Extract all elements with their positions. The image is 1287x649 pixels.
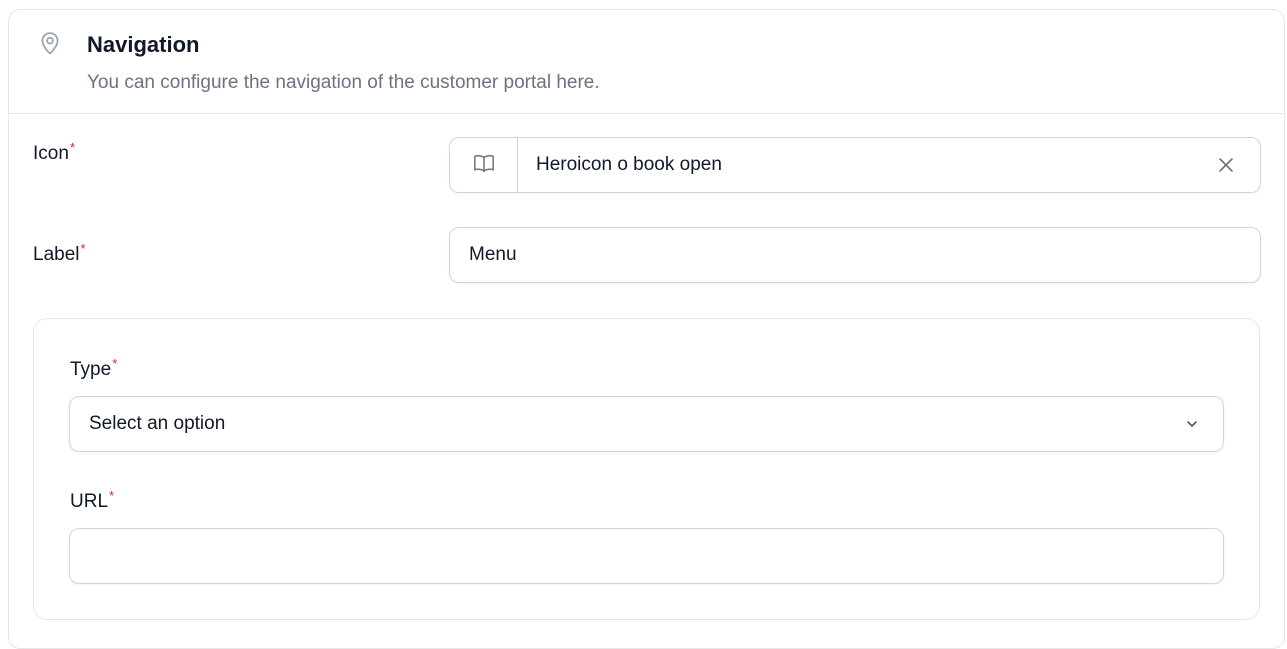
section-description: You can configure the navigation of the … xyxy=(87,72,600,93)
type-label-text: Type xyxy=(70,359,112,380)
label-input-value: Menu xyxy=(469,244,517,265)
chevron-down-icon xyxy=(1181,413,1203,435)
label-label-text: Label xyxy=(33,244,80,265)
map-pin-icon xyxy=(36,29,64,57)
required-marker: * xyxy=(112,355,118,371)
url-label-text: URL xyxy=(70,491,109,512)
icon-label-text: Icon xyxy=(33,143,69,164)
link-settings-group: Type* Select an option URL* xyxy=(33,318,1260,620)
type-field-label: Type* xyxy=(70,355,118,382)
book-open-icon xyxy=(472,151,496,180)
label-field-label: Label* xyxy=(33,240,86,267)
section-header: Navigation You can configure the navigat… xyxy=(9,10,1284,114)
url-input[interactable] xyxy=(69,528,1224,584)
label-input[interactable]: Menu xyxy=(449,227,1261,283)
required-marker: * xyxy=(69,139,75,155)
icon-select-value: Heroicon o book open xyxy=(536,154,722,175)
navigation-section-card: Navigation You can configure the navigat… xyxy=(8,9,1285,649)
url-field-label: URL* xyxy=(70,487,115,514)
type-select-value: Select an option xyxy=(89,413,226,434)
icon-preview xyxy=(450,138,518,192)
icon-field-label: Icon* xyxy=(33,139,75,166)
required-marker: * xyxy=(109,487,115,503)
icon-select-field[interactable]: Heroicon o book open xyxy=(449,137,1261,193)
close-icon[interactable] xyxy=(1214,153,1238,177)
section-title: Navigation xyxy=(87,32,200,57)
type-select[interactable]: Select an option xyxy=(69,396,1224,452)
required-marker: * xyxy=(80,240,86,256)
